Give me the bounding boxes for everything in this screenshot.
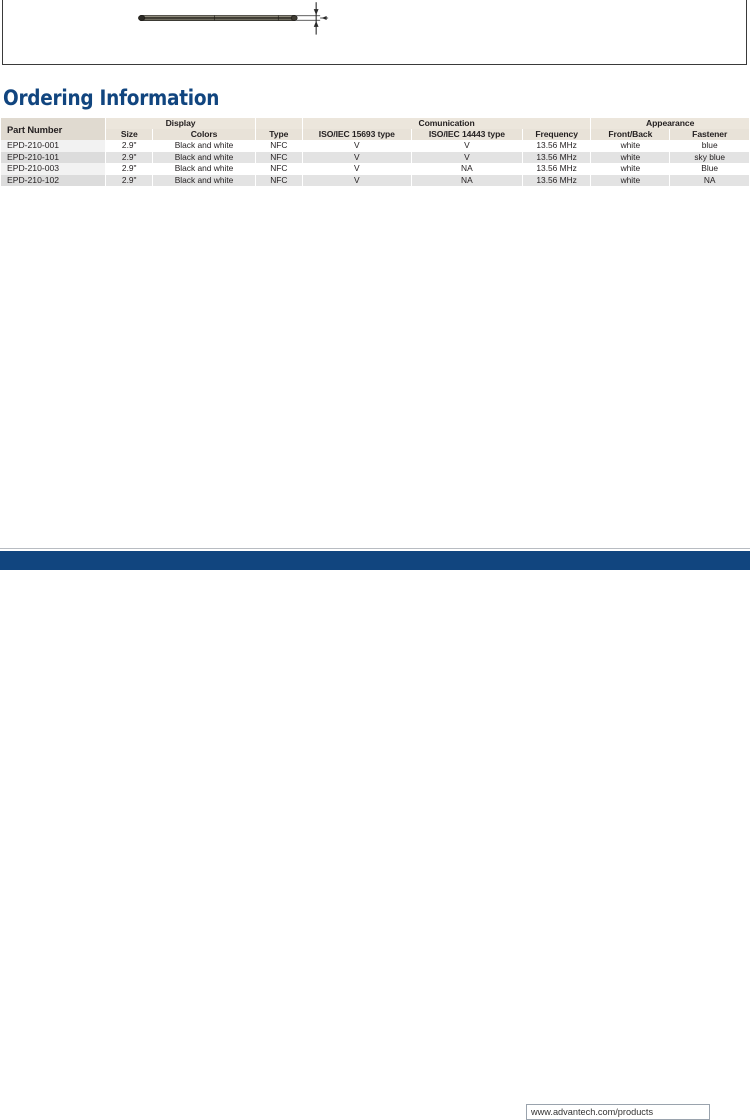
- online-download-label: Online Download: [432, 1105, 524, 1117]
- cell-part-number: EPD-210-101: [1, 151, 107, 164]
- cell-part-number: EPD-210-003: [1, 163, 107, 175]
- page-title: Ordering Information: [3, 86, 220, 110]
- table-head: Part Number Display Comunication Appeara…: [1, 118, 749, 140]
- cell-part-number: EPD-210-102: [1, 174, 107, 187]
- cell-front-back: white: [590, 140, 671, 152]
- table-body: EPD-210-001 2.9" Black and white NFC V V…: [1, 140, 749, 187]
- cell-type: NFC: [255, 140, 303, 152]
- table-row: EPD-210-102 2.9" Black and white NFC V N…: [1, 174, 749, 187]
- ordering-information-table: Part Number Display Comunication Appeara…: [1, 118, 749, 187]
- column-header-part-number: Part Number: [1, 118, 107, 140]
- cell-colors: Black and white: [152, 140, 256, 152]
- table-column-header-row: Size Colors Type ISO/IEC 15693 type ISO/…: [1, 129, 749, 140]
- column-header-type: Type: [255, 129, 303, 140]
- cell-type: NFC: [255, 174, 303, 187]
- cell-iso-15693: V: [302, 140, 412, 152]
- cell-frequency: 13.56 MHz: [522, 140, 592, 152]
- column-header-iso-15693: ISO/IEC 15693 type: [302, 129, 412, 140]
- table-group-header-row: Part Number Display Comunication Appeara…: [1, 118, 749, 140]
- column-header-front-back: Front/Back: [590, 129, 671, 140]
- panel-side-profile-drawing: [138, 2, 329, 35]
- column-header-size: Size: [105, 129, 154, 140]
- cell-size: 2.9": [105, 174, 154, 187]
- thickness-dimension-arrow: [313, 2, 329, 35]
- cell-iso-14443: NA: [411, 163, 523, 175]
- cell-fastener: NA: [669, 174, 749, 187]
- cell-colors: Black and white: [152, 151, 256, 164]
- cell-front-back: white: [590, 151, 671, 164]
- panel-body-icon: [138, 15, 298, 22]
- group-header-communication: Comunication: [302, 118, 592, 129]
- table-row: EPD-210-101 2.9" Black and white NFC V V…: [1, 151, 749, 164]
- cell-fastener: sky blue: [669, 151, 749, 164]
- cell-frequency: 13.56 MHz: [522, 163, 592, 175]
- drawing-box: [2, 0, 747, 65]
- cell-type: NFC: [255, 163, 303, 175]
- cell-iso-15693: V: [302, 163, 412, 175]
- cell-fastener: Blue: [669, 163, 749, 175]
- column-header-iso-14443: ISO/IEC 14443 type: [411, 129, 523, 140]
- table-row: EPD-210-003 2.9" Black and white NFC V N…: [1, 163, 749, 175]
- column-header-frequency: Frequency: [522, 129, 592, 140]
- cell-iso-15693: V: [302, 151, 412, 164]
- cell-frequency: 13.56 MHz: [522, 151, 592, 164]
- cell-part-number: EPD-210-001: [1, 140, 107, 152]
- footer-bar: Online Download www.advantech.com/produc…: [0, 551, 750, 1120]
- group-header-spacer-type: [255, 118, 303, 129]
- group-header-display: Display: [105, 118, 256, 129]
- cell-colors: Black and white: [152, 163, 256, 175]
- cell-iso-14443: V: [411, 151, 523, 164]
- column-header-fastener: Fastener: [669, 129, 749, 140]
- footer-divider: [0, 548, 750, 549]
- cell-colors: Black and white: [152, 174, 256, 187]
- cell-iso-15693: V: [302, 174, 412, 187]
- cell-size: 2.9": [105, 163, 154, 175]
- cell-iso-14443: NA: [411, 174, 523, 187]
- cell-front-back: white: [590, 163, 671, 175]
- table-row: EPD-210-001 2.9" Black and white NFC V V…: [1, 140, 749, 152]
- cell-fastener: blue: [669, 140, 749, 152]
- cell-frequency: 13.56 MHz: [522, 174, 592, 187]
- cell-size: 2.9": [105, 140, 154, 152]
- download-url-text: www.advantech.com/products: [531, 1106, 654, 1117]
- group-header-appearance: Appearance: [590, 118, 749, 129]
- cell-type: NFC: [255, 151, 303, 164]
- cell-iso-14443: V: [411, 140, 523, 152]
- download-url-field[interactable]: www.advantech.com/products: [526, 1103, 710, 1120]
- column-header-colors: Colors: [152, 129, 256, 140]
- cell-size: 2.9": [105, 151, 154, 164]
- cell-front-back: white: [590, 174, 671, 187]
